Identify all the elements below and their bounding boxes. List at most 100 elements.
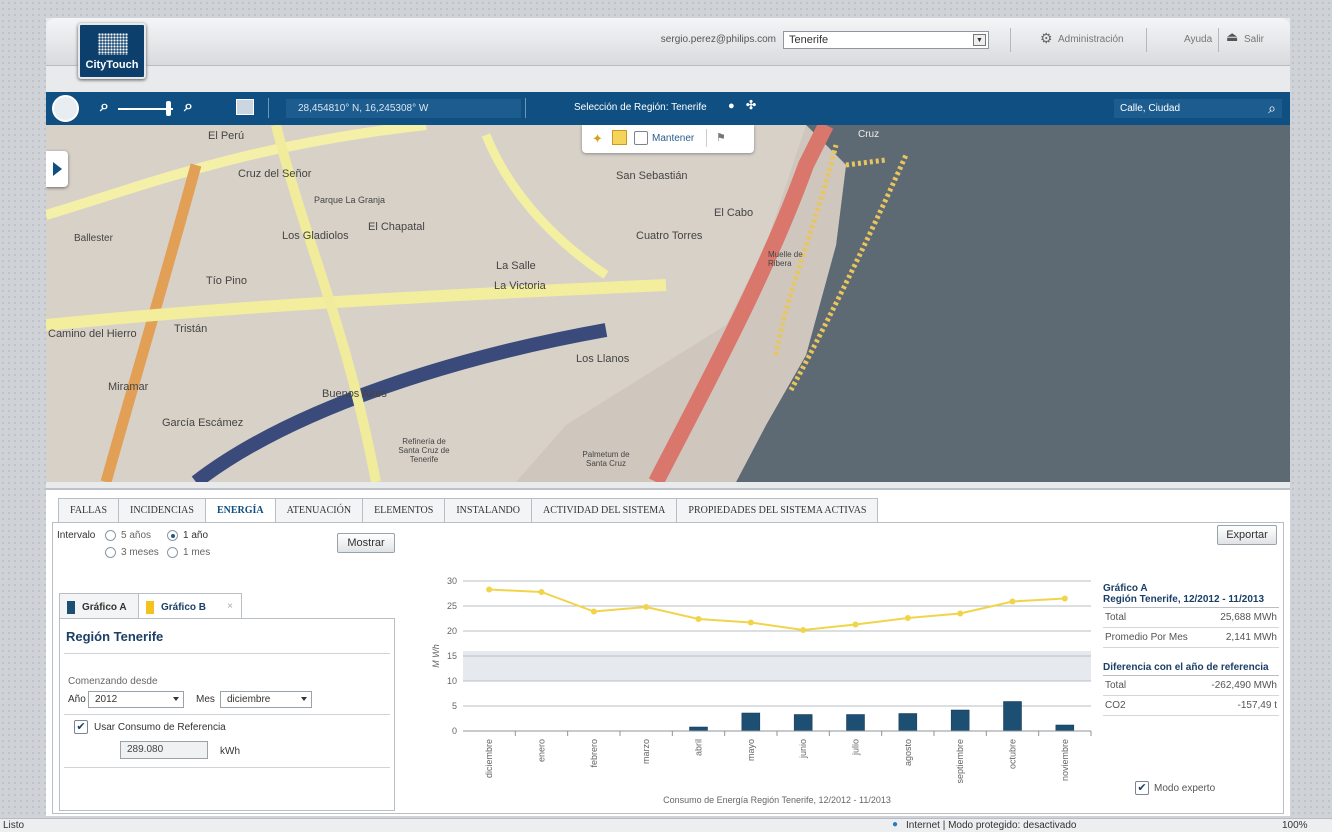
graph-b-label: Gráfico B — [161, 602, 207, 613]
radio-label: 3 meses — [121, 547, 159, 558]
tab-propiedades[interactable]: PROPIEDADES DEL SISTEMA ACTIVAS — [676, 498, 879, 522]
diff-row: CO2 -157,49 t — [1103, 696, 1279, 716]
region-title: Región Tenerife — [66, 629, 164, 644]
row-value: -157,49 t — [1237, 700, 1277, 711]
bar — [1055, 724, 1075, 732]
show-button[interactable]: Mostrar — [337, 533, 395, 553]
use-reference-checkbox[interactable]: ✔ — [74, 720, 88, 734]
search-icon[interactable]: ⌕ — [1268, 100, 1276, 117]
status-bar: Listo ● Internet | Modo protegido: desac… — [0, 818, 1332, 832]
logo-grid-icon — [98, 33, 128, 55]
tab-fallas[interactable]: FALLAS — [58, 498, 120, 522]
zoom-in-icon[interactable]: ⌕ — [184, 98, 193, 116]
map-label: Cruz del Señor — [238, 168, 312, 180]
x-tick-label: septiembre — [955, 739, 965, 784]
line-point — [538, 589, 545, 595]
expert-mode-checkbox[interactable]: ✔ — [1135, 781, 1149, 795]
logout-link[interactable]: Salir — [1244, 34, 1264, 45]
month-value: diciembre — [227, 694, 271, 705]
map-view[interactable]: El Perú Cruz del Señor Parque La Granja … — [46, 125, 1290, 482]
tab-atenuacion[interactable]: ATENUACIÓN — [274, 498, 364, 522]
graph-a-label: Gráfico A — [82, 602, 127, 613]
row-label: Total — [1105, 680, 1127, 691]
select-area-icon[interactable] — [612, 130, 627, 145]
citytouch-logo[interactable]: CityTouch — [78, 23, 146, 79]
divider — [706, 129, 707, 147]
admin-link[interactable]: Administración — [1058, 34, 1124, 45]
map-tools-bar: ✦ Mantener ⚑ — [582, 125, 754, 153]
y-tick-label: 0 — [452, 726, 457, 736]
interval-label: Intervalo — [57, 530, 96, 541]
wand-icon[interactable]: ✦ — [592, 131, 603, 147]
tab-incidencias[interactable]: INCIDENCIAS — [118, 498, 206, 522]
tab-instalando[interactable]: INSTALANDO — [444, 498, 532, 522]
year-value: 2012 — [95, 694, 118, 705]
month-select[interactable]: diciembre — [220, 691, 312, 708]
chevron-down-icon — [301, 697, 307, 701]
globe-icon: ● — [892, 819, 899, 830]
line-point — [643, 604, 650, 610]
radio-5-anos[interactable] — [105, 530, 116, 541]
row-value: 25,688 MWh — [1220, 612, 1277, 623]
y-tick-label: 30 — [447, 576, 457, 586]
zoom-slider-handle[interactable] — [166, 101, 171, 116]
year-select[interactable]: 2012 — [88, 691, 184, 708]
map-label: El Perú — [208, 130, 245, 142]
line-point — [1009, 598, 1016, 605]
zoom-level[interactable]: 100% — [1282, 820, 1308, 831]
divider — [64, 714, 390, 715]
security-zone: Internet | Modo protegido: desactivado — [906, 820, 1077, 831]
map-label: Parque La Granja — [314, 195, 386, 205]
tab-actividad[interactable]: ACTIVIDAD DEL SISTEMA — [530, 498, 678, 522]
radio-1-mes[interactable] — [167, 547, 178, 558]
line-point — [852, 621, 859, 628]
tab-energia[interactable]: ENERGÍA — [204, 498, 276, 523]
x-tick-label: abril — [694, 739, 704, 756]
map-label: García Escámez — [162, 417, 244, 429]
flag-icon[interactable]: ⚑ — [716, 131, 726, 144]
target-icon[interactable]: ✣ — [746, 98, 756, 112]
map-label: Miramar — [108, 381, 149, 393]
region-select-value: Tenerife — [789, 34, 829, 46]
expand-sidebar-button[interactable] — [46, 151, 68, 187]
x-tick-label: agosto — [903, 739, 913, 766]
divider — [1010, 28, 1011, 52]
x-tick-label: diciembre — [484, 739, 494, 778]
record-icon[interactable]: ● — [728, 100, 735, 112]
map-label: Camino del Hierro — [48, 328, 137, 340]
month-label: Mes — [196, 694, 215, 705]
graph-b-tab[interactable]: Gráfico B × — [138, 593, 242, 618]
divider — [525, 98, 526, 118]
radio-3-meses[interactable] — [105, 547, 116, 558]
pan-control-icon[interactable] — [52, 95, 79, 122]
zoom-slider[interactable] — [118, 108, 173, 110]
close-icon[interactable]: × — [227, 601, 233, 612]
zoom-out-icon[interactable]: ⌕ — [100, 98, 109, 116]
chevron-down-icon — [173, 697, 179, 701]
region-select[interactable]: Tenerife ▼ — [783, 31, 989, 49]
line-point — [747, 619, 754, 626]
diff-row: Total -262,490 MWh — [1103, 676, 1279, 696]
logout-icon[interactable]: ⏏ — [1226, 29, 1238, 45]
help-link[interactable]: Ayuda — [1184, 34, 1212, 45]
radio-label: 5 años — [121, 530, 152, 541]
expert-mode-label: Modo experto — [1154, 783, 1216, 794]
gear-icon[interactable]: ⚙ — [1040, 30, 1053, 47]
address-search-input[interactable]: Calle, Ciudad ⌕ — [1114, 99, 1282, 118]
chevron-down-icon[interactable]: ▼ — [973, 34, 986, 46]
reference-value-input[interactable]: 289.080 — [120, 741, 208, 759]
status-text: Listo — [3, 820, 25, 831]
map-label: Cruz — [858, 129, 880, 140]
export-button[interactable]: Exportar — [1217, 525, 1277, 545]
tab-elementos[interactable]: ELEMENTOS — [362, 498, 446, 522]
graph-a-tab[interactable]: Gráfico A — [59, 593, 139, 618]
year-label: Año — [68, 694, 86, 705]
y-tick-label: 20 — [447, 626, 457, 636]
map-label: Cuatro Torres — [636, 230, 703, 242]
layers-icon[interactable] — [236, 99, 254, 115]
summary-graph-label: Gráfico A — [1103, 583, 1148, 594]
radio-1-ano[interactable] — [167, 530, 178, 541]
x-tick-label: marzo — [641, 739, 651, 764]
summary-row: Promedio Por Mes 2,141 MWh — [1103, 628, 1279, 648]
keep-checkbox[interactable] — [634, 131, 648, 145]
